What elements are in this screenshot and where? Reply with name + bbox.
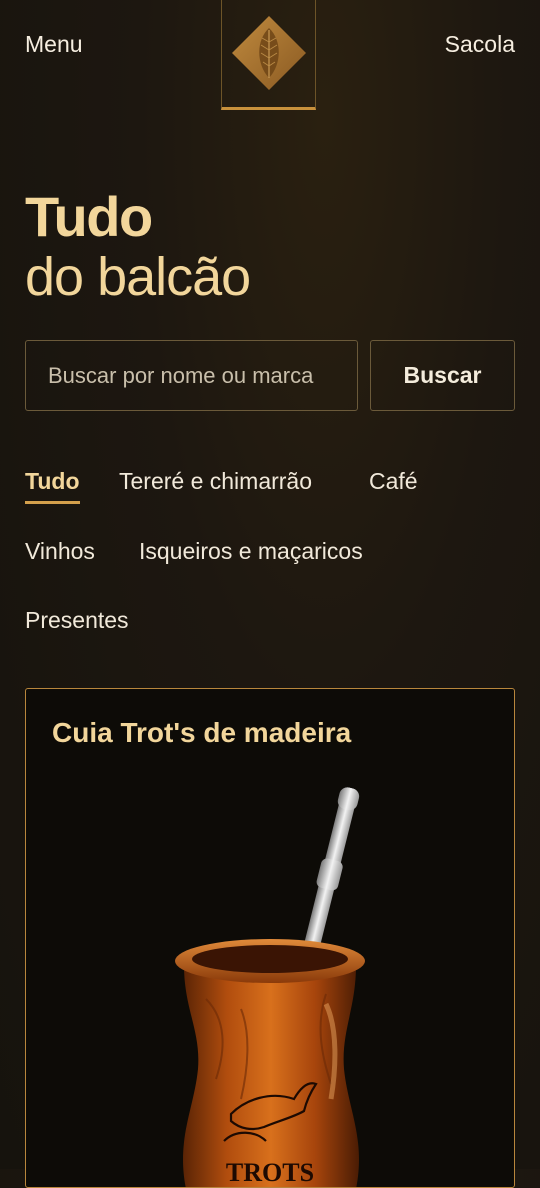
page-title-light: do balcão (25, 247, 251, 307)
category-tab-cafe[interactable]: Café (369, 468, 418, 495)
category-tab-tudo[interactable]: Tudo (25, 468, 80, 504)
page-title: Tudo do balcão (25, 185, 251, 307)
category-tab-isqueiros[interactable]: Isqueiros e maçaricos (139, 538, 363, 565)
search-input[interactable] (25, 340, 358, 411)
category-tab-presentes[interactable]: Presentes (25, 607, 129, 634)
search-button[interactable]: Buscar (370, 340, 515, 411)
product-image: TROTS (175, 787, 365, 1187)
category-tab-terere-chimarrao[interactable]: Tereré e chimarrão (119, 468, 312, 495)
product-card[interactable]: Cuia Trot's de madeira TROTS (25, 688, 515, 1188)
page-title-bold: Tudo (25, 185, 153, 248)
category-tab-vinhos[interactable]: Vinhos (25, 538, 95, 565)
menu-button[interactable]: Menu (25, 31, 83, 58)
logo[interactable] (221, 0, 316, 110)
bag-button[interactable]: Sacola (445, 31, 515, 58)
product-image-engraving: TROTS (226, 1158, 314, 1187)
product-title: Cuia Trot's de madeira (52, 717, 352, 748)
top-bar: Menu Sacola (0, 0, 540, 114)
tobacco-leaf-diamond-icon (232, 16, 306, 90)
